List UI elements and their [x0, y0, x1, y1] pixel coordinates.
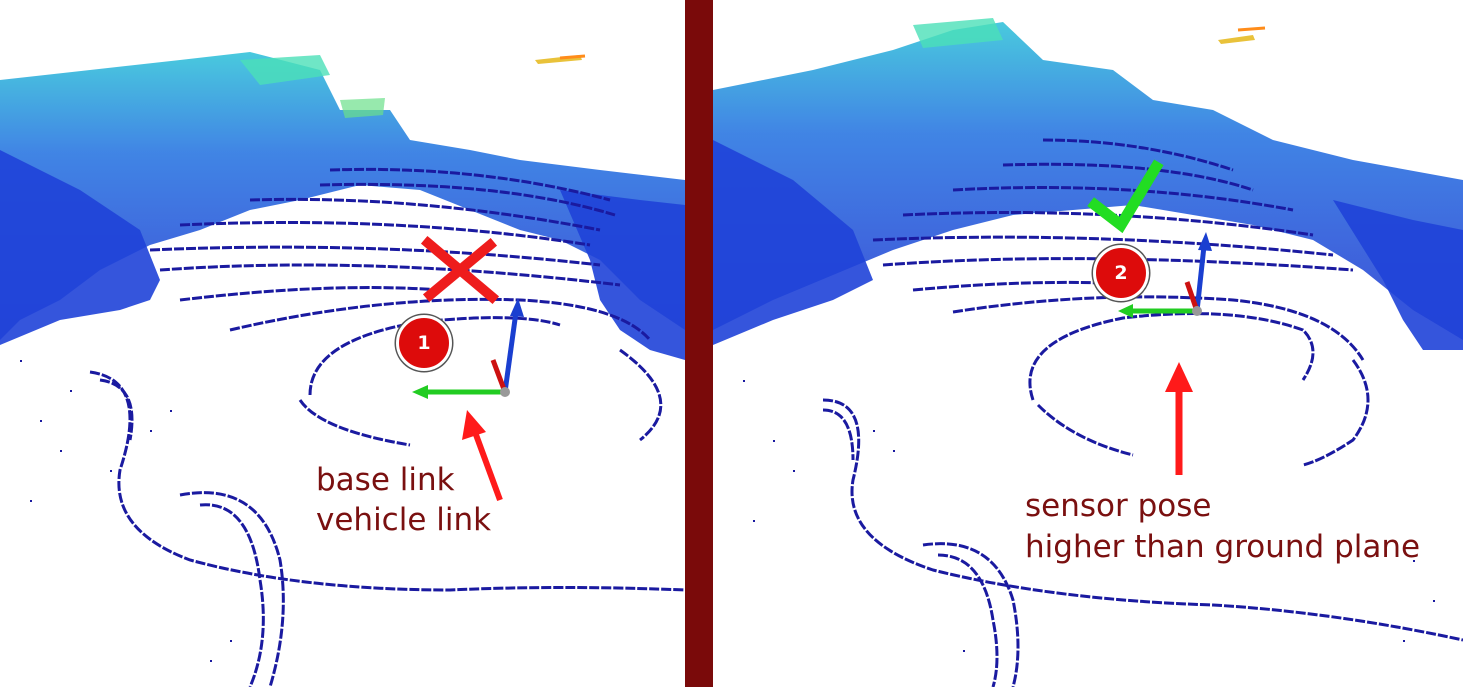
right-label-line1: sensor pose: [1025, 488, 1212, 524]
left-annotation-arrow: [462, 410, 503, 502]
right-pointcloud-panel: 2 sensor pose higher than ground plane: [713, 0, 1463, 687]
left-label-line2: vehicle link: [316, 502, 492, 538]
right-y-axis-arrowhead: [1118, 304, 1133, 318]
right-label-line2: higher than ground plane: [1025, 529, 1421, 565]
left-pointcloud-panel: 1 base link vehicle link: [0, 0, 685, 687]
right-building-points: [713, 18, 1463, 350]
right-z-axis-arrowhead: [1198, 232, 1212, 251]
step-badge-2: 2: [1093, 245, 1149, 301]
right-annotation-arrow: [1165, 362, 1193, 475]
left-label-line1: base link: [316, 462, 455, 498]
left-y-axis-arrowhead: [412, 385, 428, 399]
left-pointcloud-view: [0, 52, 685, 687]
panel-divider: [685, 0, 713, 687]
step-badge-1: 1: [396, 315, 452, 371]
right-pointcloud-view: [713, 18, 1463, 687]
left-building-points: [0, 52, 685, 360]
